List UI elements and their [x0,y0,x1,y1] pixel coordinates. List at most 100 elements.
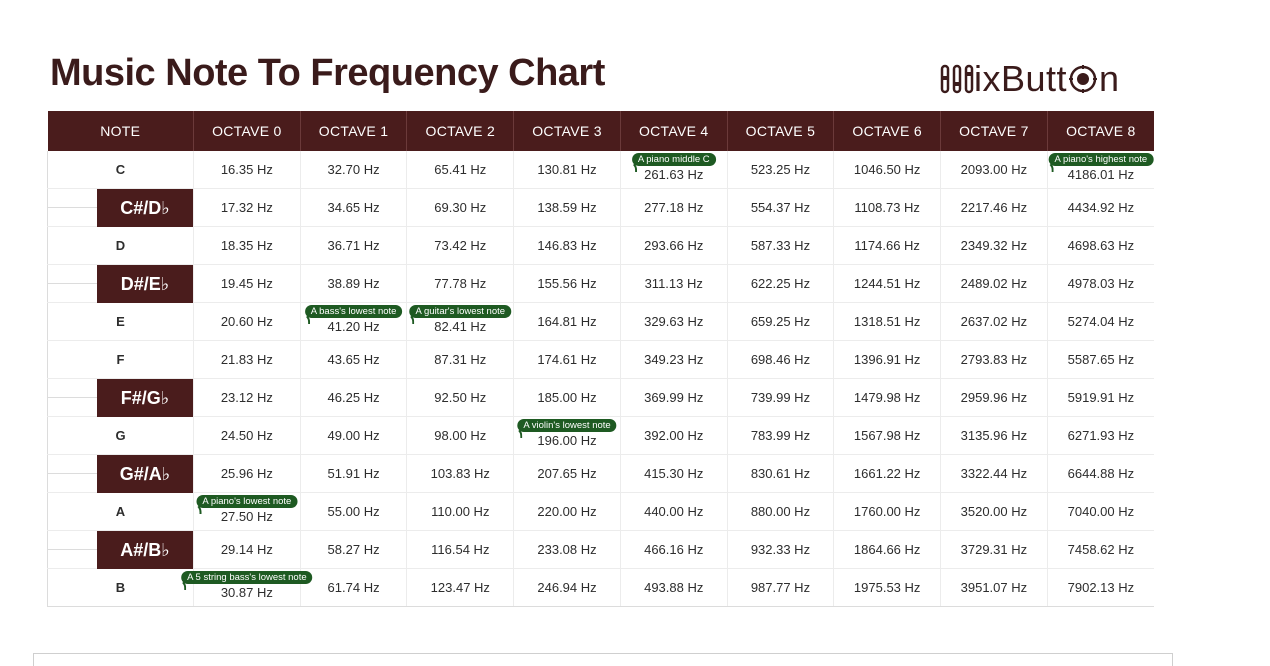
frequency-value: 3135.96 Hz [960,428,1028,443]
table-row: G#/A♭ 25.96 Hz 51.91 Hz 103.83 Hz 207.65 Hz 4… [47,454,1154,493]
frequency-cell: 830.61 Hz [727,454,835,493]
frequency-cell: 116.54 Hz [406,530,515,569]
sharp-note-label: C#/D♭ [97,189,193,227]
frequency-value: 523.25 Hz [750,162,811,177]
frequency-cell: 2489.02 Hz [940,264,1048,303]
frequency-cell: 23.12 Hz [193,378,301,417]
table-row: G 24.50 Hz 49.00 Hz 98.00 Hz A violin's lowe… [47,416,1154,455]
frequency-cell: 1479.98 Hz [833,378,942,417]
next-section-box [33,653,1173,666]
frequency-cell: 659.25 Hz [727,302,835,341]
frequency-value: 7902.13 Hz [1067,580,1135,595]
frequency-cell: 58.27 Hz [300,530,408,569]
frequency-value: 17.32 Hz [220,200,273,215]
annotation-tag: A piano middle C [631,153,716,166]
note-divider [48,397,98,398]
frequency-cell: 38.89 Hz [300,264,408,303]
frequency-value: 25.96 Hz [220,466,273,481]
frequency-value: 587.33 Hz [750,238,811,253]
frequency-value: 554.37 Hz [750,200,811,215]
frequency-value: 55.00 Hz [327,504,380,519]
frequency-cell: 932.33 Hz [727,530,835,569]
note-label: D [115,238,126,253]
frequency-cell: 7458.62 Hz [1047,530,1154,569]
frequency-value: 1567.98 Hz [853,428,921,443]
header-octave-6: OCTAVE 6 [833,111,942,151]
note-cell: D#/E♭ [47,264,194,303]
note-cell: F#/G♭ [47,378,194,417]
page-title: Music Note To Frequency Chart [50,52,605,94]
frequency-value: 493.88 Hz [644,580,704,595]
note-label: F [116,352,125,367]
frequency-value: 207.65 Hz [537,466,597,481]
frequency-cell: 246.94 Hz [513,568,621,607]
frequency-value: 98.00 Hz [434,428,487,443]
frequency-value: 3520.00 Hz [960,504,1028,519]
table-row: A#/B♭ 29.14 Hz 58.27 Hz 116.54 Hz 233.08 Hz 4… [47,530,1154,569]
note-divider [48,473,98,474]
frequency-cell: 123.47 Hz [406,568,515,607]
frequency-value: 622.25 Hz [750,276,811,291]
frequency-cell: 3322.44 Hz [940,454,1048,493]
table-row: E 20.60 Hz A bass's lowest note 41.20 Hz A g… [47,302,1154,341]
frequency-cell: 3135.96 Hz [940,416,1048,455]
frequency-cell: 69.30 Hz [406,188,515,227]
frequency-cell: 6271.93 Hz [1047,416,1154,455]
frequency-value: 58.27 Hz [327,542,380,557]
note-label: G [115,428,126,443]
frequency-value: 6644.88 Hz [1067,466,1135,481]
frequency-cell: 2093.00 Hz [940,151,1048,189]
frequency-cell: 130.81 Hz [513,151,621,189]
frequency-cell: 5587.65 Hz [1047,340,1154,379]
note-cell: C [47,151,194,189]
table-row: C 16.35 Hz 32.70 Hz 65.41 Hz 130.81 Hz A pian… [47,151,1154,189]
frequency-cell: 5919.91 Hz [1047,378,1154,417]
frequency-cell: 55.00 Hz [300,492,408,531]
frequency-value: 220.00 Hz [537,504,597,519]
frequency-value: 49.00 Hz [327,428,380,443]
frequency-value: 783.99 Hz [750,428,811,443]
frequency-value: 1174.66 Hz [854,238,920,253]
frequency-cell: 739.99 Hz [727,378,835,417]
frequency-cell: 7902.13 Hz [1047,568,1154,607]
frequency-value: 73.42 Hz [434,238,487,253]
note-cell: D [47,226,194,265]
frequency-cell: 4698.63 Hz [1047,226,1154,265]
note-cell: F [47,340,194,379]
frequency-value: 3729.31 Hz [960,542,1028,557]
annotation-tag: A guitar's lowest note [409,305,512,318]
frequency-cell: 92.50 Hz [406,378,515,417]
frequency-value: 155.56 Hz [537,276,597,291]
frequency-value: 6271.93 Hz [1067,428,1135,443]
header-octave-2: OCTAVE 2 [406,111,515,151]
frequency-value: 415.30 Hz [644,466,704,481]
frequency-cell: 880.00 Hz [727,492,835,531]
mixbutton-logo[interactable]: ixButt n [940,57,1120,101]
table-row: F#/G♭ 23.12 Hz 46.25 Hz 92.50 Hz 185.00 Hz 36… [47,378,1154,417]
frequency-value: 87.31 Hz [434,352,487,367]
frequency-cell: 1661.22 Hz [833,454,942,493]
frequency-value: 349.23 Hz [644,352,704,367]
note-label: B [115,580,126,595]
frequency-value: 16.35 Hz [220,162,273,177]
frequency-value: 932.33 Hz [750,542,811,557]
annotation-tag: A 5 string bass's lowest note [181,571,313,584]
frequency-cell: 65.41 Hz [406,151,515,189]
frequency-value: 146.83 Hz [537,238,597,253]
frequency-value: 5274.04 Hz [1067,314,1135,329]
note-cell: C#/D♭ [47,188,194,227]
frequency-cell: 1864.66 Hz [833,530,942,569]
frequency-cell: 329.63 Hz [620,302,728,341]
frequency-value: 2349.32 Hz [960,238,1028,253]
table-row: D 18.35 Hz 36.71 Hz 73.42 Hz 146.83 Hz 293.66… [47,226,1154,265]
frequency-value: 103.83 Hz [430,466,490,481]
frequency-cell: 73.42 Hz [406,226,515,265]
frequency-cell: 21.83 Hz [193,340,301,379]
frequency-cell: 2959.96 Hz [940,378,1048,417]
frequency-cell: 2217.46 Hz [940,188,1048,227]
frequency-cell: 987.77 Hz [727,568,835,607]
sharp-note-label: A#/B♭ [97,531,193,569]
frequency-value: 1661.22 Hz [853,466,921,481]
frequency-value: 46.25 Hz [327,390,380,405]
frequency-value: 233.08 Hz [537,542,597,557]
